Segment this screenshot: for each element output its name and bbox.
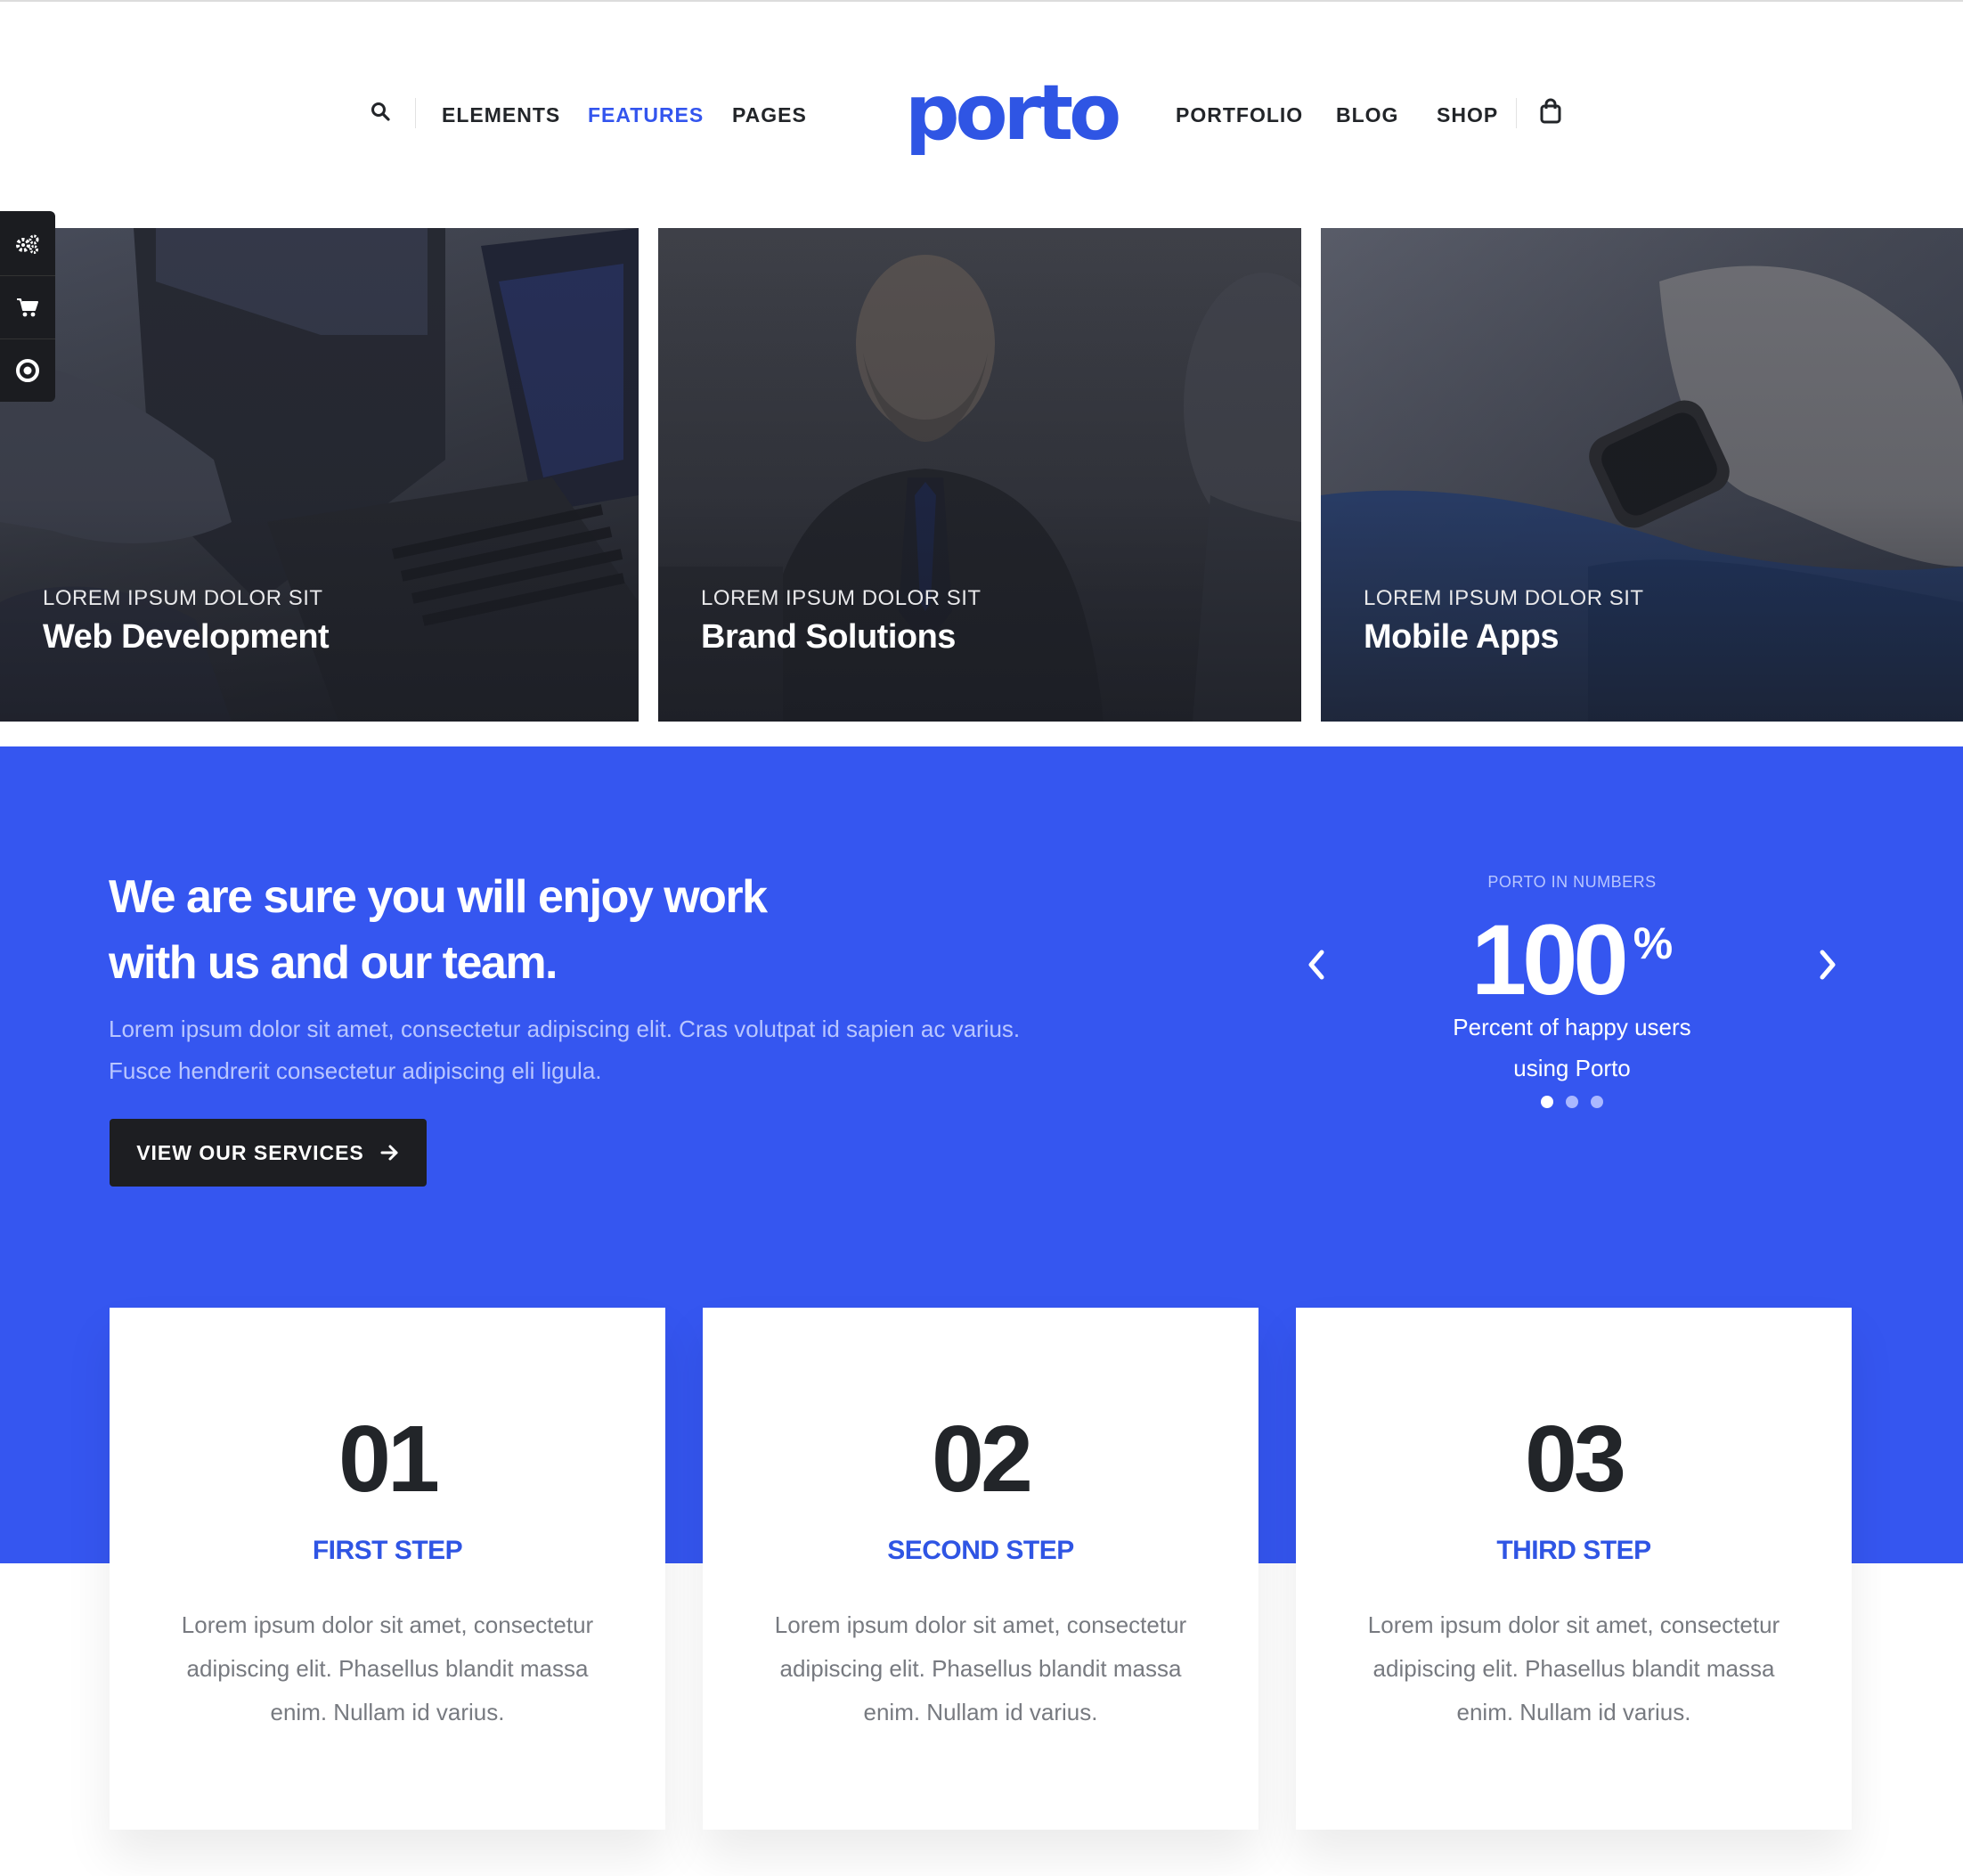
- service-title: Web Development: [43, 618, 330, 656]
- carousel-dot-2[interactable]: [1566, 1096, 1578, 1108]
- nav-portfolio[interactable]: PORTFOLIO: [1176, 103, 1303, 127]
- shopping-bag-icon[interactable]: [1539, 98, 1562, 129]
- nav-blog[interactable]: BLOG: [1336, 103, 1398, 127]
- carousel-dot-1[interactable]: [1541, 1096, 1553, 1108]
- service-kicker: LOREM IPSUM DOLOR SIT: [43, 586, 323, 610]
- porto-logo[interactable]: porto: [905, 73, 1121, 153]
- service-title: Brand Solutions: [701, 618, 956, 656]
- nav-features[interactable]: FEATURES: [588, 103, 704, 127]
- chevron-right-icon: [1820, 950, 1836, 980]
- numbers-unit: %: [1633, 918, 1674, 968]
- cart-icon: [17, 298, 38, 316]
- section-headline: We are sure you will enjoy work with us …: [109, 864, 910, 996]
- side-tool-cart[interactable]: [0, 275, 55, 338]
- view-services-button[interactable]: VIEW OUR SERVICES: [110, 1119, 427, 1187]
- step-card-1: 01 FIRST STEP Lorem ipsum dolor sit amet…: [110, 1308, 665, 1830]
- step-text: Lorem ipsum dolor sit amet, consectetur …: [1367, 1611, 1780, 1725]
- circle-target-icon: [16, 358, 39, 382]
- section-lead: Lorem ipsum dolor sit amet, consectetur …: [109, 1015, 1021, 1084]
- service-card-web-development[interactable]: LOREM IPSUM DOLOR SIT Web Development: [0, 228, 639, 722]
- numbers-label: Percent of happy users using Porto: [1389, 1007, 1755, 1089]
- nav-shop[interactable]: SHOP: [1437, 103, 1498, 127]
- carousel-next-button[interactable]: [1810, 942, 1845, 987]
- view-services-label: VIEW OUR SERVICES: [136, 1140, 364, 1164]
- search-icon[interactable]: [371, 102, 390, 126]
- step-text: Lorem ipsum dolor sit amet, consectetur …: [181, 1611, 594, 1725]
- headline-line-2: with us and our team.: [109, 937, 558, 989]
- nav-pages[interactable]: PAGES: [732, 103, 807, 127]
- step-number: 02: [932, 1407, 1033, 1512]
- page: ELEMENTS FEATURES PAGES porto PORTFOLIO …: [0, 0, 1963, 1876]
- nav-separator: [415, 98, 416, 128]
- arrow-right-icon: [380, 1145, 398, 1161]
- service-title: Mobile Apps: [1364, 618, 1559, 656]
- numbers-kicker: PORTO IN NUMBERS: [1487, 873, 1657, 891]
- numbers-big-value: 100: [1470, 904, 1629, 1015]
- site-header: ELEMENTS FEATURES PAGES porto PORTFOLIO …: [0, 2, 1963, 228]
- service-card-mobile-apps[interactable]: LOREM IPSUM DOLOR SIT Mobile Apps: [1321, 228, 1963, 722]
- numbers-label-line-2: using Porto: [1513, 1055, 1631, 1081]
- numbers-value: 100%: [1389, 907, 1755, 1014]
- gears-icon: [16, 234, 39, 254]
- service-kicker: LOREM IPSUM DOLOR SIT: [701, 586, 982, 610]
- service-card-brand-solutions[interactable]: LOREM IPSUM DOLOR SIT Brand Solutions: [658, 228, 1301, 722]
- step-card-2: 02 SECOND STEP Lorem ipsum dolor sit ame…: [703, 1308, 1258, 1830]
- step-label: FIRST STEP: [312, 1536, 463, 1565]
- numbers-label-line-1: Percent of happy users: [1453, 1014, 1691, 1040]
- step-number: 03: [1525, 1407, 1626, 1512]
- step-label: THIRD STEP: [1496, 1536, 1651, 1565]
- carousel-prev-button[interactable]: [1299, 942, 1334, 987]
- side-tool-settings[interactable]: [0, 213, 55, 275]
- side-tool-target[interactable]: [0, 338, 55, 401]
- service-kicker: LOREM IPSUM DOLOR SIT: [1364, 586, 1644, 610]
- nav-elements[interactable]: ELEMENTS: [442, 103, 560, 127]
- step-number: 01: [338, 1407, 440, 1512]
- headline-line-1: We are sure you will enjoy work: [109, 871, 768, 923]
- step-text: Lorem ipsum dolor sit amet, consectetur …: [774, 1611, 1187, 1725]
- step-card-3: 03 THIRD STEP Lorem ipsum dolor sit amet…: [1296, 1308, 1852, 1830]
- chevron-left-icon: [1308, 950, 1324, 980]
- carousel-dot-3[interactable]: [1591, 1096, 1603, 1108]
- step-label: SECOND STEP: [887, 1536, 1074, 1565]
- side-toolbar: [0, 211, 55, 402]
- carousel-dots: [1541, 1096, 1603, 1108]
- nav-separator: [1516, 98, 1517, 128]
